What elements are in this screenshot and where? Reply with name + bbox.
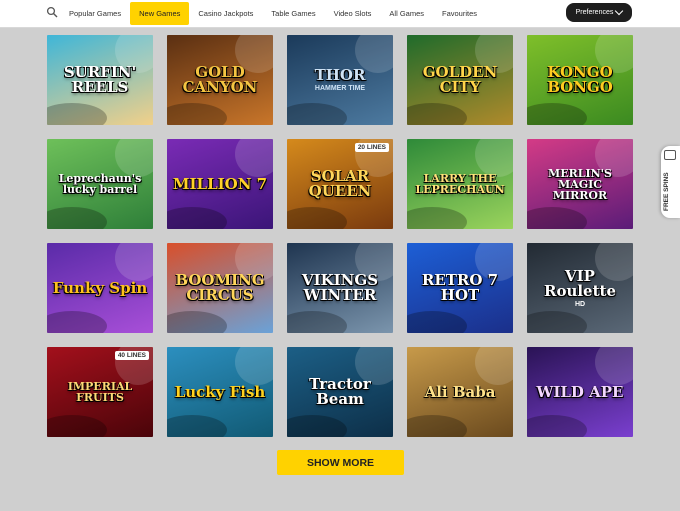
fruit-icon (235, 139, 273, 177)
game-title: IMPERIAL FRUITS (67, 380, 133, 404)
game-title: SOLAR QUEEN (308, 167, 372, 200)
fish-icon (235, 347, 273, 385)
preferences-button[interactable]: Preferences (566, 3, 632, 22)
game-subtitle: HD (574, 300, 586, 308)
game-title: LARRY THE LEPRECHAUN (415, 172, 505, 196)
game-title: VIP Roulette (543, 266, 617, 300)
game-grid: SURFIN' REELS GOLD CANYON THOR HAMMER TIME G… (47, 35, 633, 437)
game-title: THOR (314, 66, 366, 84)
gift-icon (664, 150, 676, 160)
lines-badge: 40 LINES (114, 351, 149, 360)
game-tile[interactable]: GOLDEN CITY (407, 35, 513, 125)
show-more-button[interactable]: SHOW MORE (277, 450, 404, 475)
game-title: KONGO BONGO (547, 63, 613, 96)
game-tile[interactable]: Lucky Fish (167, 347, 273, 437)
top-navigation-bar: Popular Games New Games Casino Jackpots Tab… (0, 0, 680, 28)
tile-glow (527, 311, 587, 333)
game-title: Funky Spin (52, 278, 148, 297)
game-title: WILD APE (536, 382, 624, 401)
tile-glow (167, 207, 227, 229)
game-title: BOOMING CIRCUS (175, 271, 265, 304)
game-title: Ali Baba (424, 382, 496, 401)
tile-glow (407, 415, 467, 437)
tile-glow (47, 103, 107, 125)
game-tile[interactable]: MILLION 7 (167, 139, 273, 229)
tile-glow (527, 207, 587, 229)
star-icon (115, 243, 153, 281)
tile-glow (47, 415, 107, 437)
game-title: VIKINGS WINTER (301, 271, 379, 304)
game-tile[interactable]: Tractor Beam (287, 347, 393, 437)
game-title: GOLDEN CITY (422, 63, 498, 96)
preferences-label: Preferences (575, 9, 614, 16)
game-tile[interactable]: Ali Baba (407, 347, 513, 437)
category-tabs: Popular Games New Games Casino Jackpots Tab… (60, 0, 486, 27)
tile-glow (287, 311, 347, 333)
lamp-icon (475, 347, 513, 385)
game-tile[interactable]: Leprechaun's lucky barrel (47, 139, 153, 229)
tile-glow (407, 103, 467, 125)
tile-glow (407, 207, 467, 229)
tile-glow (47, 311, 107, 333)
tab-all-games[interactable]: All Games (380, 2, 433, 25)
game-tile[interactable]: LARRY THE LEPRECHAUN (407, 139, 513, 229)
game-title: Tractor Beam (309, 375, 371, 408)
game-tile[interactable]: SURFIN' REELS (47, 35, 153, 125)
chevron-down-icon (615, 6, 624, 16)
game-tile[interactable]: BOOMING CIRCUS (167, 243, 273, 333)
tile-glow (287, 415, 347, 437)
game-tile[interactable]: IMPERIAL FRUITS 40 LINES (47, 347, 153, 437)
free-spins-tab[interactable]: FREE SPINS (661, 146, 680, 218)
tab-casino-jackpots[interactable]: Casino Jackpots (189, 2, 262, 25)
game-title: MERLIN'S MAGIC MIRROR (548, 166, 612, 202)
game-tile[interactable]: GOLD CANYON (167, 35, 273, 125)
game-title: GOLD CANYON (182, 63, 258, 96)
free-spins-label: FREE SPINS (663, 172, 670, 212)
game-tile[interactable]: MERLIN'S MAGIC MIRROR (527, 139, 633, 229)
game-tile[interactable]: THOR HAMMER TIME (287, 35, 393, 125)
game-tile[interactable]: RETRO 7 HOT (407, 243, 513, 333)
tab-table-games[interactable]: Table Games (262, 2, 324, 25)
lines-badge: 20 LINES (354, 143, 389, 152)
tile-glow (167, 415, 227, 437)
game-title: Leprechaun's lucky barrel (58, 172, 142, 196)
game-subtitle: HAMMER TIME (314, 85, 366, 92)
tile-glow (527, 103, 587, 125)
game-tile[interactable]: Funky Spin (47, 243, 153, 333)
tab-video-slots[interactable]: Video Slots (325, 2, 381, 25)
game-tile[interactable]: WILD APE (527, 347, 633, 437)
tile-glow (407, 311, 467, 333)
search-icon[interactable] (46, 6, 58, 18)
tile-glow (167, 311, 227, 333)
tab-new-games[interactable]: New Games (130, 2, 190, 25)
tab-favourites[interactable]: Favourites (433, 2, 486, 25)
ape-icon (595, 347, 633, 385)
game-tile[interactable]: KONGO BONGO (527, 35, 633, 125)
game-title: Lucky Fish (174, 382, 266, 401)
tile-glow (527, 415, 587, 437)
game-tile[interactable]: SOLAR QUEEN 20 LINES (287, 139, 393, 229)
tile-glow (287, 207, 347, 229)
tile-glow (287, 103, 347, 125)
tile-glow (47, 207, 107, 229)
game-title: RETRO 7 HOT (421, 271, 499, 304)
game-tile[interactable]: VIKINGS WINTER (287, 243, 393, 333)
tab-popular-games[interactable]: Popular Games (60, 2, 130, 25)
game-title: SURFIN' REELS (63, 63, 137, 96)
game-tile[interactable]: VIP Roulette HD (527, 243, 633, 333)
tile-glow (167, 103, 227, 125)
game-title: MILLION 7 (172, 174, 268, 193)
